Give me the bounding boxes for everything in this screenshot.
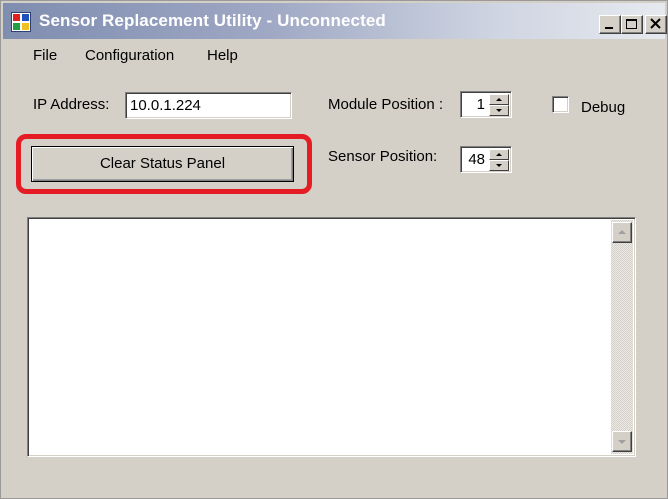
clear-status-panel-button[interactable]: Clear Status Panel [31, 146, 294, 182]
chevron-down-icon [618, 440, 626, 444]
chevron-up-icon [496, 153, 502, 156]
main-window: Sensor Replacement Utility - Unconnected… [0, 0, 668, 499]
menu-help[interactable]: Help [207, 47, 238, 64]
module-position-value[interactable]: 1 [477, 96, 485, 113]
module-position-decrement[interactable] [489, 105, 509, 116]
maximize-icon [626, 19, 637, 29]
chevron-down-icon [496, 164, 502, 167]
scroll-up-button[interactable] [612, 222, 632, 243]
sensor-position-stepper[interactable]: 48 [460, 146, 512, 173]
debug-label[interactable]: Debug [581, 99, 625, 116]
menu-file[interactable]: File [33, 47, 57, 64]
sensor-position-label: Sensor Position: [328, 148, 438, 165]
scroll-down-button[interactable] [612, 431, 632, 452]
ip-address-label: IP Address: [33, 96, 110, 113]
module-position-increment[interactable] [489, 94, 509, 105]
maximize-button[interactable] [621, 15, 643, 34]
menu-bar: File Configuration Help [3, 41, 665, 71]
debug-checkbox[interactable] [552, 96, 569, 113]
menu-configuration[interactable]: Configuration [85, 47, 174, 64]
window-title: Sensor Replacement Utility - Unconnected [39, 11, 386, 30]
module-position-stepper[interactable]: 1 [460, 91, 512, 118]
close-icon [650, 18, 661, 29]
sensor-position-value[interactable]: 48 [468, 151, 485, 168]
close-button[interactable] [645, 15, 667, 34]
vertical-scrollbar[interactable] [611, 220, 633, 454]
ip-address-input[interactable]: 10.0.1.224 [125, 92, 292, 119]
chevron-up-icon [618, 230, 626, 234]
minimize-button[interactable] [599, 15, 621, 34]
minimize-icon [605, 27, 613, 29]
title-bar[interactable]: Sensor Replacement Utility - Unconnected [3, 3, 667, 39]
sensor-position-decrement[interactable] [489, 160, 509, 171]
status-panel[interactable] [27, 217, 636, 457]
chevron-down-icon [496, 109, 502, 112]
module-position-label: Module Position : [328, 96, 444, 113]
app-window-icon [11, 12, 31, 32]
chevron-up-icon [496, 98, 502, 101]
sensor-position-increment[interactable] [489, 149, 509, 160]
